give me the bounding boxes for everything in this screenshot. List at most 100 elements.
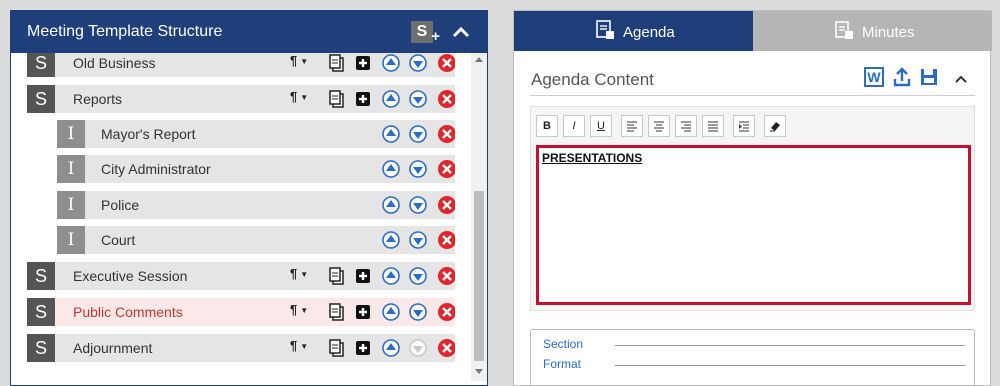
clear-format-button[interactable]	[764, 115, 786, 137]
row-label: Police	[101, 197, 140, 213]
agenda-panel: Agenda Minutes Agenda Content W B I U PR…	[513, 10, 992, 386]
editor-content-area[interactable]: PRESENTATIONS	[536, 145, 971, 305]
tab-agenda[interactable]: Agenda	[514, 11, 753, 51]
align-right-button[interactable]	[675, 115, 697, 137]
section-row[interactable]: S Public Comments ¶ ▼	[27, 298, 455, 326]
format-label[interactable]: Format	[543, 357, 581, 371]
align-center-icon	[654, 121, 664, 132]
add-item-icon[interactable]	[353, 302, 373, 322]
item-row[interactable]: I Mayor's Report	[57, 120, 455, 148]
row-label: City Administrator	[101, 161, 211, 177]
scroll-thumb[interactable]	[474, 191, 484, 361]
item-badge: I	[57, 191, 85, 219]
item-badge: I	[57, 155, 85, 183]
underline-button[interactable]: U	[590, 115, 612, 137]
item-row[interactable]: I City Administrator	[57, 155, 455, 183]
tab-minutes-label: Minutes	[862, 24, 915, 41]
item-row[interactable]: I Court	[57, 226, 455, 254]
move-down-disabled-icon	[409, 339, 427, 357]
move-up-icon[interactable]	[381, 89, 401, 109]
word-export-icon[interactable]: W	[864, 67, 884, 87]
tab-agenda-label: Agenda	[623, 24, 675, 41]
move-up-icon[interactable]	[381, 159, 401, 179]
row-label: Mayor's Report	[101, 126, 196, 142]
section-line	[615, 345, 965, 346]
copy-icon[interactable]	[327, 266, 347, 286]
paragraph-format-icon[interactable]: ¶ ▼	[290, 266, 308, 281]
section-row[interactable]: S Old Business ¶ ▼	[27, 53, 455, 77]
move-down-icon[interactable]	[408, 302, 428, 322]
justify-icon	[708, 121, 718, 132]
paragraph-format-icon[interactable]: ¶ ▼	[290, 53, 308, 68]
move-up-icon[interactable]	[381, 53, 401, 73]
add-item-icon[interactable]	[353, 266, 373, 286]
add-item-icon[interactable]	[353, 338, 373, 358]
add-section-icon: S	[416, 23, 428, 40]
move-up-icon[interactable]	[381, 124, 401, 144]
indent-button[interactable]	[733, 115, 755, 137]
justify-button[interactable]	[702, 115, 724, 137]
template-tree: S Old Business ¶ ▼ S Reports ¶ ▼ I Mayor's Report…	[27, 53, 455, 373]
move-down-icon[interactable]	[408, 53, 428, 73]
add-section-button[interactable]: S +	[411, 21, 440, 45]
copy-icon[interactable]	[327, 89, 347, 109]
delete-icon[interactable]	[437, 302, 455, 322]
delete-icon[interactable]	[437, 53, 455, 73]
row-label: Old Business	[73, 55, 156, 71]
item-row[interactable]: I Police	[57, 191, 455, 219]
section-row[interactable]: S Adjournment ¶ ▼	[27, 334, 455, 362]
section-label[interactable]: Section	[543, 337, 583, 351]
copy-icon[interactable]	[327, 53, 347, 73]
section-format-box: Section Format	[530, 329, 975, 386]
tab-minutes[interactable]: Minutes	[753, 11, 992, 51]
delete-icon[interactable]	[437, 266, 455, 286]
italic-button[interactable]: I	[563, 115, 585, 137]
move-up-icon[interactable]	[381, 302, 401, 322]
agenda-icon	[596, 20, 614, 39]
scrollbar[interactable]	[471, 53, 487, 381]
delete-icon[interactable]	[437, 195, 455, 215]
section-badge: S	[27, 334, 55, 362]
move-down-icon[interactable]	[408, 89, 428, 109]
panel-header: Meeting Template Structure S +	[11, 11, 487, 53]
eraser-icon	[770, 122, 780, 132]
save-icon[interactable]	[918, 66, 940, 88]
add-item-icon[interactable]	[353, 53, 373, 73]
move-up-icon[interactable]	[381, 338, 401, 358]
move-down-icon[interactable]	[408, 159, 428, 179]
meeting-template-panel: Meeting Template Structure S + S Old Busin…	[10, 10, 488, 386]
copy-icon[interactable]	[327, 338, 347, 358]
add-item-icon[interactable]	[353, 89, 373, 109]
scroll-up-arrow[interactable]	[475, 57, 483, 62]
upload-icon[interactable]	[891, 66, 913, 88]
paragraph-format-icon[interactable]: ¶ ▼	[290, 302, 308, 317]
delete-icon[interactable]	[437, 338, 455, 358]
move-up-icon[interactable]	[381, 230, 401, 250]
section-badge: S	[27, 262, 55, 290]
chevron-up-icon[interactable]	[954, 72, 968, 86]
section-row[interactable]: S Reports ¶ ▼	[27, 85, 455, 113]
move-up-icon[interactable]	[381, 195, 401, 215]
move-down-icon[interactable]	[408, 124, 428, 144]
move-up-icon[interactable]	[381, 266, 401, 286]
align-center-button[interactable]	[648, 115, 670, 137]
align-left-button[interactable]	[621, 115, 643, 137]
delete-icon[interactable]	[437, 159, 455, 179]
indent-icon	[739, 121, 749, 132]
section-row[interactable]: S Executive Session ¶ ▼	[27, 262, 455, 290]
content-title: Agenda Content	[531, 70, 654, 89]
copy-icon[interactable]	[327, 302, 347, 322]
chevron-up-icon[interactable]	[451, 22, 471, 42]
delete-icon[interactable]	[437, 230, 455, 250]
bold-button[interactable]: B	[536, 115, 558, 137]
section-badge: S	[27, 85, 55, 113]
row-label: Public Comments	[73, 304, 183, 320]
move-down-icon[interactable]	[408, 195, 428, 215]
delete-icon[interactable]	[437, 124, 455, 144]
move-down-icon[interactable]	[408, 230, 428, 250]
delete-icon[interactable]	[437, 89, 455, 109]
move-down-icon[interactable]	[408, 266, 428, 286]
paragraph-format-icon[interactable]: ¶ ▼	[290, 89, 308, 104]
scroll-down-arrow[interactable]	[475, 369, 483, 374]
paragraph-format-icon[interactable]: ¶ ▼	[290, 338, 308, 353]
